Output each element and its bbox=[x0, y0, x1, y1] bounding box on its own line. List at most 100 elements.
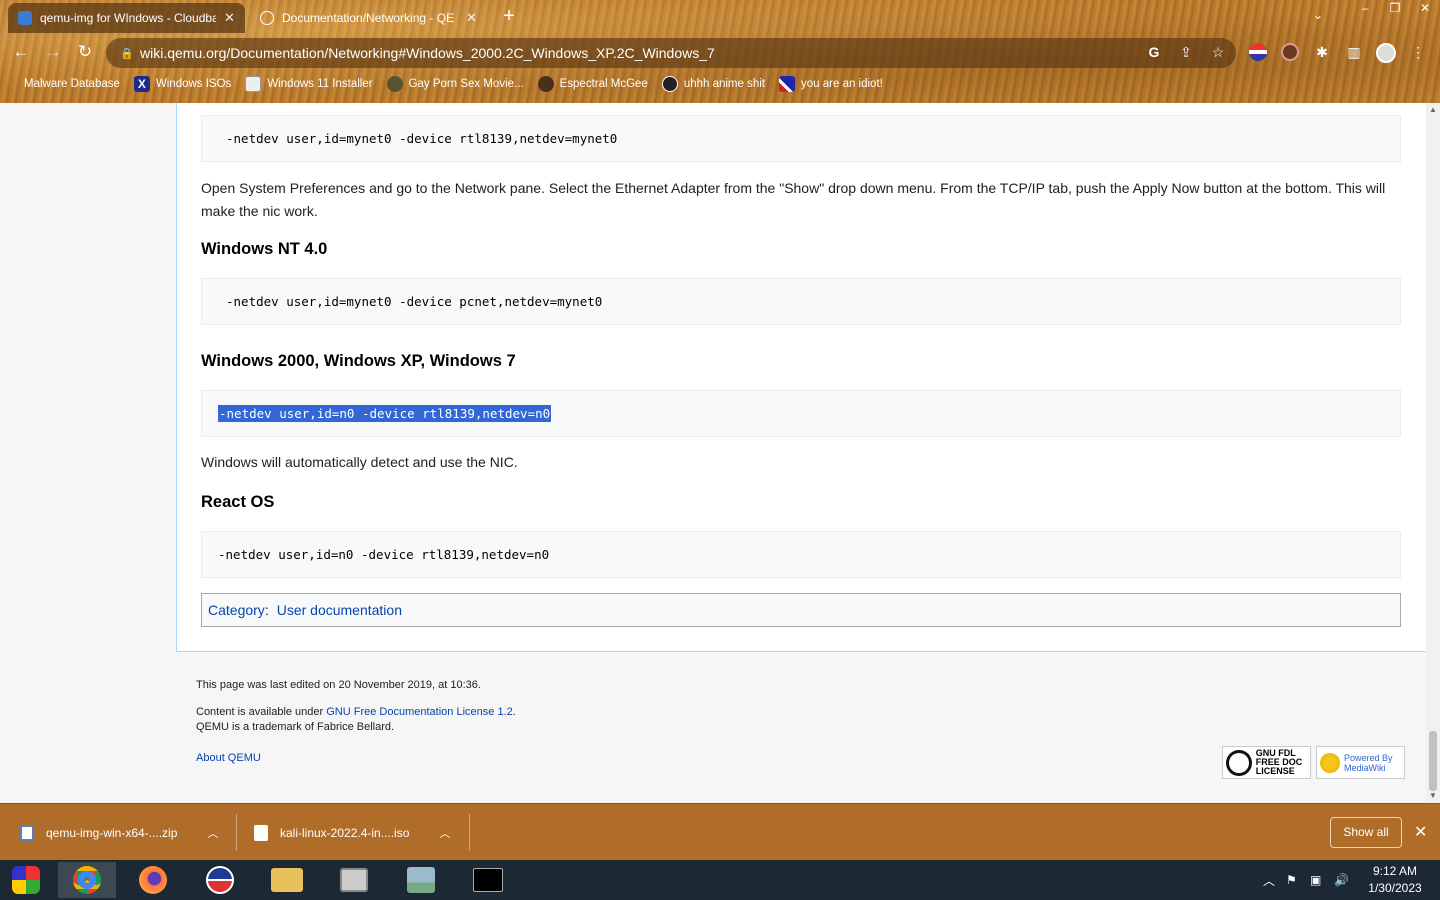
about-link-wrap: About QEMU bbox=[196, 752, 261, 764]
clock-date: 1/30/2023 bbox=[1368, 881, 1422, 895]
last-edited-text: This page was last edited on 20 November… bbox=[196, 679, 481, 691]
action-center-flag-icon[interactable]: ⚑ bbox=[1286, 860, 1297, 900]
bookmark-star-icon[interactable]: ☆ bbox=[1209, 43, 1227, 61]
flag-icon bbox=[779, 76, 796, 92]
extension-flag-icon[interactable] bbox=[1249, 43, 1267, 61]
scrollbar-thumb[interactable] bbox=[1429, 731, 1437, 791]
share-icon[interactable]: ⇪ bbox=[1177, 43, 1195, 61]
avatar-icon bbox=[661, 76, 678, 92]
lock-icon: 🔒 bbox=[120, 47, 134, 60]
tab-documentation-networking[interactable]: Documentation/Networking - QE ✕ bbox=[250, 3, 487, 33]
license-suffix: . bbox=[512, 706, 516, 718]
close-download-bar-icon[interactable]: ✕ bbox=[1414, 822, 1427, 842]
close-tab-icon[interactable]: ✕ bbox=[224, 10, 235, 26]
taskbar-command-prompt[interactable] bbox=[459, 862, 517, 898]
bookmark-label: you are an idiot! bbox=[801, 78, 883, 90]
globe-icon bbox=[260, 11, 274, 25]
gfdl-badge-text: GNU FDL FREE DOC LICENSE bbox=[1255, 748, 1303, 776]
reload-icon[interactable]: ↻ bbox=[74, 41, 96, 63]
browser-toolbar: ← → ↻ 🔒 wiki.qemu.org/Documentation/Netw… bbox=[0, 36, 1440, 68]
code-block: -netdev user,id=mynet0 -device rtl8139,n… bbox=[201, 115, 1401, 162]
profile-avatar-icon[interactable] bbox=[1376, 43, 1396, 63]
taskbar-firefox[interactable] bbox=[124, 862, 182, 898]
tab-title: qemu-img for WIndows - Cloudba bbox=[40, 11, 216, 25]
chevron-up-icon[interactable]: ︿ bbox=[207, 825, 218, 841]
show-hidden-icons[interactable]: ︿ bbox=[1263, 860, 1275, 900]
code-text: -netdev user,id=n0 -device rtl8139,netde… bbox=[218, 547, 550, 562]
about-qemu-link[interactable]: About QEMU bbox=[196, 752, 261, 764]
show-all-button[interactable]: Show all bbox=[1330, 817, 1402, 848]
x-logo-icon: X bbox=[133, 76, 150, 92]
license-line: Content is available under GNU Free Docu… bbox=[196, 706, 516, 718]
code-text: -netdev user,id=mynet0 -device pcnet,net… bbox=[226, 294, 603, 309]
taskbar-obama-app[interactable] bbox=[191, 862, 249, 898]
tab-search-chevron-icon[interactable]: ⌄ bbox=[1313, 8, 1323, 22]
mediawiki-badge[interactable]: Powered By MediaWiki bbox=[1316, 746, 1405, 779]
bookmark-you-are-an-idiot[interactable]: you are an idiot! bbox=[779, 76, 883, 92]
selected-code-text[interactable]: -netdev user,id=n0 -device rtl8139,netde… bbox=[218, 405, 552, 422]
bookmark-uhhh-anime[interactable]: uhhh anime shit bbox=[661, 76, 765, 92]
taskbar-file-explorer[interactable] bbox=[258, 862, 316, 898]
tab-qemu-img[interactable]: qemu-img for WIndows - Cloudba ✕ bbox=[8, 3, 245, 33]
extension-avatar-icon[interactable] bbox=[1281, 43, 1299, 61]
taskbar-chrome[interactable] bbox=[58, 862, 116, 898]
back-arrow-icon[interactable]: ← bbox=[10, 41, 32, 63]
article-content: -netdev user,id=mynet0 -device rtl8139,n… bbox=[176, 103, 1426, 652]
heading-windows-nt: Windows NT 4.0 bbox=[201, 240, 328, 258]
url-text: wiki.qemu.org/Documentation/Networking#W… bbox=[140, 45, 715, 61]
paragraph: Open System Preferences and go to the Ne… bbox=[201, 180, 1386, 219]
bookmark-gay-porn-sex-movie[interactable]: Gay Porn Sex Movie... bbox=[386, 76, 524, 92]
bookmark-label: Malware Database bbox=[24, 78, 120, 90]
minimize-button[interactable]: – bbox=[1350, 0, 1380, 18]
scroll-up-arrow-icon[interactable]: ▲ bbox=[1429, 105, 1437, 114]
terminal-icon bbox=[473, 868, 503, 892]
download-divider bbox=[236, 814, 237, 851]
google-lens-icon[interactable]: G bbox=[1145, 43, 1163, 61]
system-clock[interactable]: 9:12 AM 1/30/2023 bbox=[1360, 863, 1430, 897]
download-item-kali-linux[interactable]: kali-linux-2022.4-in....iso ︿ bbox=[254, 804, 450, 861]
gnu-fdl-badge[interactable]: GNU FDL FREE DOC LICENSE bbox=[1222, 746, 1311, 779]
bookmark-windows-11-installer[interactable]: Windows 11 Installer bbox=[245, 76, 373, 92]
license-link[interactable]: GNU Free Documentation License 1.2 bbox=[326, 706, 512, 718]
download-filename: kali-linux-2022.4-in....iso bbox=[280, 825, 410, 840]
mediawiki-sunflower-icon bbox=[1320, 752, 1340, 773]
avatar-icon bbox=[386, 76, 403, 92]
extensions-puzzle-icon[interactable]: ✱ bbox=[1313, 43, 1331, 61]
taskbar-archive-app[interactable] bbox=[325, 862, 383, 898]
bookmark-malware-database[interactable]: Malware Database bbox=[24, 78, 120, 90]
heading-windows-2000-xp-7: Windows 2000, Windows XP, Windows 7 bbox=[201, 352, 516, 370]
start-button[interactable] bbox=[0, 862, 52, 898]
tab-title: Documentation/Networking - QE bbox=[282, 11, 455, 25]
network-icon[interactable]: ▣ bbox=[1310, 860, 1321, 900]
picture-icon bbox=[407, 867, 435, 893]
taskbar-image-app[interactable] bbox=[392, 862, 450, 898]
restore-button[interactable]: ❐ bbox=[1380, 0, 1410, 18]
scroll-down-arrow-icon[interactable]: ▼ bbox=[1429, 791, 1437, 800]
category-link[interactable]: Category bbox=[208, 602, 265, 618]
mediawiki-badge-text: Powered By MediaWiki bbox=[1344, 752, 1393, 773]
new-tab-button[interactable]: + bbox=[498, 6, 520, 28]
bookmark-espectral-mcgee[interactable]: Espectral McGee bbox=[537, 76, 648, 92]
menu-kebab-icon[interactable]: ⋮ bbox=[1409, 43, 1427, 61]
close-tab-icon[interactable]: ✕ bbox=[466, 10, 477, 26]
folder-icon bbox=[271, 868, 303, 892]
close-window-button[interactable]: ✕ bbox=[1410, 0, 1440, 18]
volume-icon[interactable]: 🔊 bbox=[1334, 860, 1349, 900]
bookmark-label: Gay Porn Sex Movie... bbox=[408, 78, 524, 90]
license-prefix: Content is available under bbox=[196, 706, 327, 718]
forward-arrow-icon[interactable]: → bbox=[42, 41, 64, 63]
category-user-documentation-link[interactable]: User documentation bbox=[277, 602, 402, 618]
bookmarks-bar: Malware Database X Windows ISOs Windows … bbox=[0, 72, 1440, 96]
page-scrollbar[interactable]: ▲ ▼ bbox=[1426, 103, 1440, 803]
address-bar[interactable]: 🔒 wiki.qemu.org/Documentation/Networking… bbox=[106, 38, 1236, 68]
side-panel-icon[interactable]: ▥ bbox=[1345, 43, 1363, 61]
firefox-icon bbox=[139, 866, 167, 894]
bookmark-label: Windows 11 Installer bbox=[267, 78, 373, 90]
category-box: Category : User documentation bbox=[201, 593, 1401, 627]
chevron-up-icon[interactable]: ︿ bbox=[439, 825, 450, 841]
windows-taskbar: ︿ ⚑ ▣ 🔊 9:12 AM 1/30/2023 bbox=[0, 860, 1440, 900]
bookmark-windows-isos[interactable]: X Windows ISOs bbox=[133, 76, 231, 92]
page-viewport: -netdev user,id=mynet0 -device rtl8139,n… bbox=[0, 103, 1426, 803]
download-item-qemu-img[interactable]: qemu-img-win-x64-....zip ︿ bbox=[20, 804, 218, 861]
app-logo-icon bbox=[206, 866, 234, 894]
